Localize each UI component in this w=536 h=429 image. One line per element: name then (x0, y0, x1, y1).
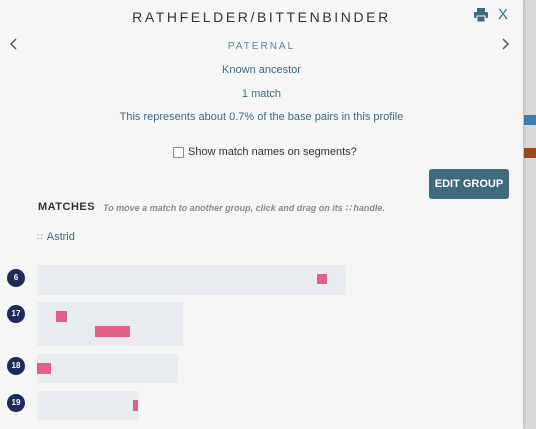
lineage-label: PATERNAL (227, 41, 296, 52)
close-button[interactable]: X (498, 6, 508, 23)
matches-heading: MATCHES (38, 201, 96, 213)
show-names-label: Show match names on segments? (188, 146, 357, 158)
match-member[interactable]: ∷ Astrid (37, 231, 75, 243)
background-strip-blue (524, 115, 536, 125)
chromosome-badge: 17 (7, 305, 25, 323)
shared-segment[interactable] (56, 311, 67, 322)
group-detail-panel: RATHFELDER/BITTENBINDER X PATERNAL Known… (0, 0, 523, 429)
edit-group-button[interactable]: EDIT GROUP (429, 169, 509, 199)
background-strip-brown (524, 148, 536, 158)
chromosome-badge: 18 (7, 357, 25, 375)
chromosome-bar (37, 265, 346, 295)
drag-handle-icon[interactable]: ∷ (37, 232, 43, 243)
shared-segment[interactable] (133, 400, 138, 411)
background-page (523, 0, 536, 429)
chromosome-bar (37, 302, 183, 346)
chromosome-bar (37, 391, 139, 420)
matches-hint: To move a match to another group, click … (103, 203, 385, 213)
show-names-checkbox[interactable] (173, 146, 184, 158)
show-names-option[interactable]: Show match names on segments? (173, 146, 357, 158)
match-name[interactable]: Astrid (47, 231, 75, 243)
chromosome-badge: 6 (7, 269, 25, 287)
print-icon[interactable] (473, 8, 489, 22)
chromosome-bar (37, 354, 178, 383)
chromosome-badge: 19 (7, 394, 25, 412)
shared-segment[interactable] (317, 274, 327, 284)
shared-segment[interactable] (37, 363, 51, 374)
shared-segment[interactable] (95, 326, 130, 337)
group-title: RATHFELDER/BITTENBINDER (132, 9, 391, 25)
shared-dna-note: This represents about 0.7% of the base p… (119, 111, 404, 123)
match-count: 1 match (241, 88, 282, 100)
ancestor-status: Known ancestor (222, 64, 301, 76)
